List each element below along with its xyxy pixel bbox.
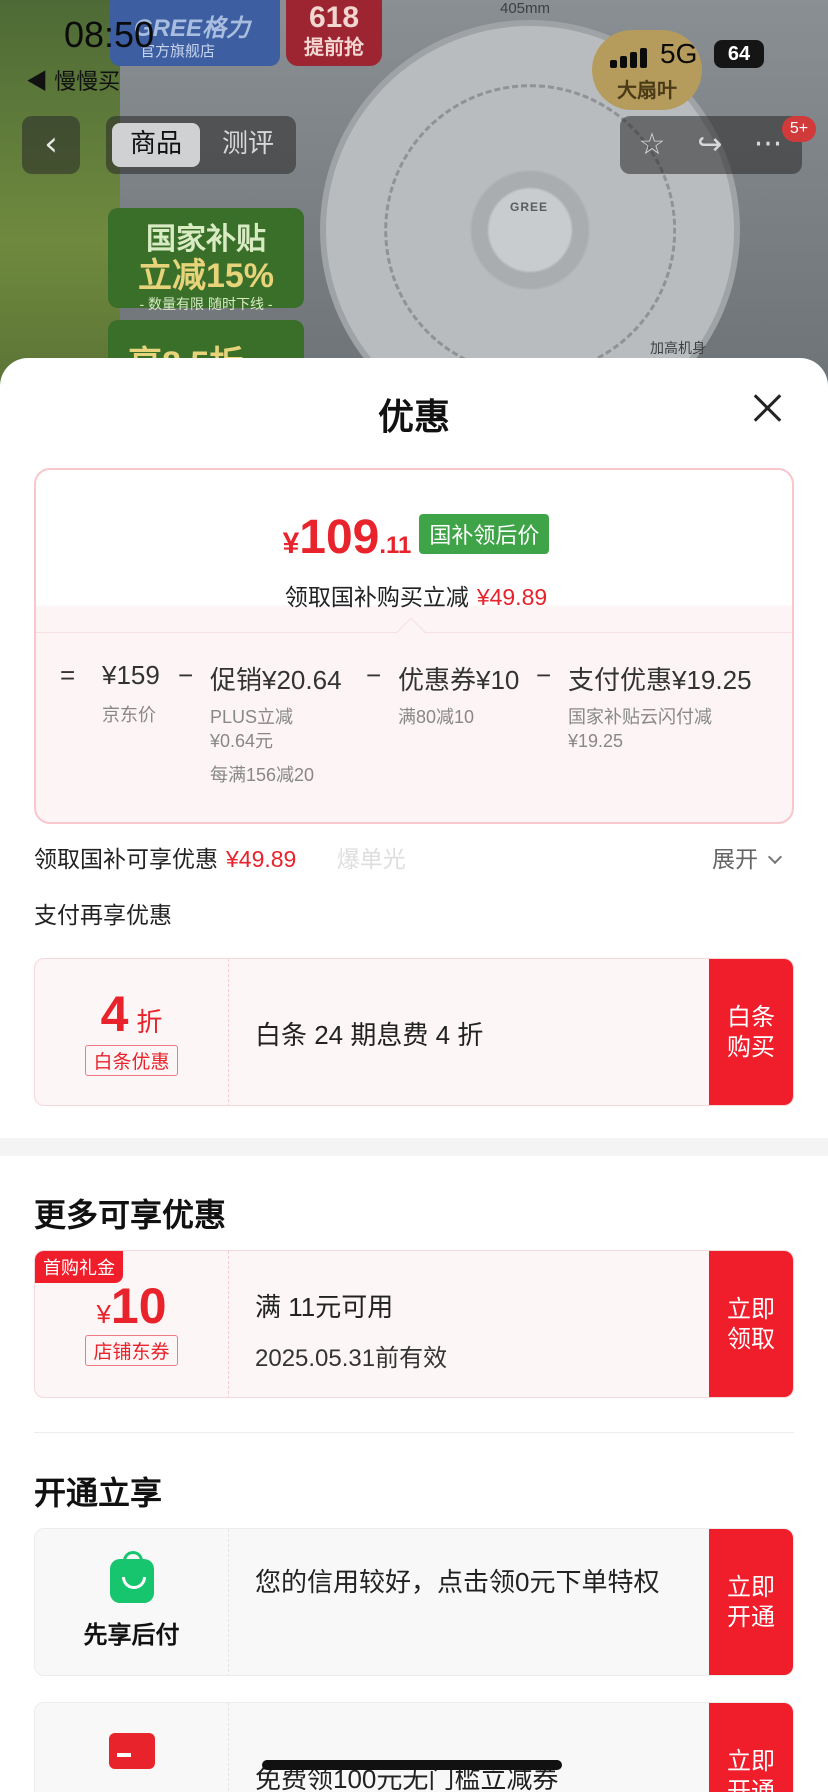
baitiao-buy-button[interactable]: 白条购买 bbox=[709, 959, 793, 1105]
more-offers-title: 更多可享优惠 bbox=[34, 1197, 227, 1233]
minus-sign: − bbox=[178, 660, 194, 690]
promo-618-badge: 618 提前抢 bbox=[286, 0, 382, 66]
expand-toggle[interactable]: 展开 bbox=[712, 840, 783, 874]
jd-price-label: 京东价 bbox=[102, 705, 156, 725]
back-to-app-link[interactable]: ◀ 慢慢买 bbox=[26, 64, 120, 96]
baitiao-discount-unit: 折 bbox=[136, 1007, 163, 1037]
coupon-discount: 优惠券¥10 bbox=[398, 665, 520, 695]
card-open-button[interactable]: 立即开通 bbox=[709, 1703, 793, 1792]
subsidy-offer-amount: ¥49.89 bbox=[226, 846, 297, 872]
pay-section-title: 支付再享优惠 bbox=[34, 902, 172, 928]
section-gap bbox=[0, 1138, 828, 1156]
message-badge: 5+ bbox=[782, 116, 816, 142]
baitiao-offer-card: 4折 白条优惠 白条 24 期息费 4 折 白条购买 bbox=[34, 958, 794, 1106]
open-services-title: 开通立享 bbox=[34, 1475, 163, 1511]
product-page-background: GREE 405mm 加高机身 GREE格力 官方旗舰店 618 提前抢 大扇叶… bbox=[0, 0, 828, 400]
price-currency: ¥ bbox=[282, 527, 300, 560]
signal-icon bbox=[610, 48, 650, 68]
baitiao-desc: 白条 24 期息费 4 折 bbox=[255, 1020, 484, 1050]
battery-icon: 64 bbox=[714, 40, 764, 68]
bnpl-offer-card: 先享后付 您的信用较好，点击领0元下单特权 立即开通 bbox=[34, 1528, 794, 1676]
product-tabs: 商品 测评 bbox=[106, 116, 296, 174]
coupon-currency: ¥ bbox=[96, 1299, 111, 1329]
fan-brand-label: GREE bbox=[510, 200, 549, 214]
subsidy-banner: 国家补贴 立减15% - 数量有限 随时下线 - bbox=[108, 208, 304, 312]
background-foliage bbox=[0, 0, 120, 400]
payment-sub2: ¥19.25 bbox=[568, 731, 624, 751]
card-desc-panel: 免费领100元无门槛立减券 bbox=[255, 1703, 655, 1792]
coupon-offer-card: 首购礼金 ¥10 店铺东券 满 11元可用 2025.05.31前有效 立即领取 bbox=[34, 1250, 794, 1398]
coupon-type-tag: 店铺东券 bbox=[85, 1335, 178, 1366]
promo-text: 提前抢 bbox=[304, 37, 364, 59]
minus-sign: − bbox=[366, 660, 382, 690]
equals-sign: = bbox=[60, 660, 76, 690]
price-integer: 109 bbox=[299, 511, 380, 564]
promo-sub-rule: 每满156减20 bbox=[210, 765, 315, 785]
bnpl-label: 先享后付 bbox=[83, 1622, 180, 1649]
bnpl-icon-panel: 先享后付 bbox=[35, 1529, 229, 1675]
shopping-bag-icon bbox=[109, 1551, 154, 1603]
bnpl-desc-panel: 您的信用较好，点击领0元下单特权 bbox=[255, 1529, 659, 1675]
price-subline-label: 领取国补购买立减 bbox=[284, 584, 469, 610]
baitiao-desc-panel: 白条 24 期息费 4 折 bbox=[255, 959, 655, 1105]
card-offer-card: 免费领100元无门槛立减券 立即开通 bbox=[34, 1702, 794, 1792]
subsidy-banner-line3: - 数量有限 随时下线 - bbox=[139, 296, 273, 312]
offers-sheet: 优惠 ¥109.11 国补领后价 领取国补购买立减 ¥49.89 = ¥159 京东… bbox=[0, 358, 828, 1792]
price-card: ¥109.11 国补领后价 领取国补购买立减 ¥49.89 = ¥159 京东价 −… bbox=[34, 468, 794, 824]
sheet-title: 优惠 bbox=[377, 396, 450, 437]
tab-product[interactable]: 商品 bbox=[112, 123, 200, 167]
nav-actions: ☆ ↪ ··· bbox=[620, 116, 802, 174]
chevron-left-icon: ‹ bbox=[44, 124, 58, 164]
tab-review[interactable]: 测评 bbox=[204, 123, 292, 167]
promo-number: 618 bbox=[308, 1, 360, 34]
coupon-expiry: 2025.05.31前有效 bbox=[255, 1345, 448, 1372]
back-button[interactable]: ‹ bbox=[22, 116, 80, 174]
divider bbox=[34, 1432, 794, 1433]
watermark-text: 爆单光 bbox=[336, 846, 406, 872]
promo-sub-plus: PLUS立减 bbox=[210, 707, 294, 727]
promo-discount: 促销¥20.64 bbox=[210, 665, 342, 695]
status-time: 08:50 bbox=[64, 14, 155, 55]
payment-discount: 支付优惠¥19.25 bbox=[568, 665, 752, 695]
bnpl-desc: 您的信用较好，点击领0元下单特权 bbox=[255, 1567, 660, 1597]
subsidy-price-tag: 国补领后价 bbox=[419, 514, 550, 554]
credit-card-icon bbox=[108, 1733, 155, 1769]
minus-sign: − bbox=[536, 660, 552, 690]
price-decimal: .11 bbox=[379, 532, 412, 559]
claim-coupon-button[interactable]: 立即领取 bbox=[709, 1251, 793, 1397]
share-icon[interactable]: ↪ bbox=[688, 124, 732, 166]
coupon-value: 10 bbox=[110, 1278, 167, 1334]
promo-sub-amount: ¥0.64元 bbox=[210, 731, 274, 751]
baitiao-discount-number: 4 bbox=[100, 986, 129, 1042]
price-subline-amount: ¥49.89 bbox=[476, 584, 548, 610]
price-subline: 领取国补购买立减 ¥49.89 bbox=[36, 578, 796, 612]
subsidy-banner-line2: 立减15% bbox=[137, 257, 275, 295]
coupon-sub: 满80减10 bbox=[398, 707, 475, 727]
pointer-arrow bbox=[395, 617, 427, 649]
star-icon[interactable]: ☆ bbox=[630, 124, 674, 166]
height-label: 加高机身 bbox=[650, 340, 706, 356]
subsidy-banner-line1: 国家补贴 bbox=[146, 223, 266, 256]
jd-price: ¥159 bbox=[102, 660, 160, 690]
baitiao-discount-panel: 4折 白条优惠 bbox=[35, 959, 229, 1105]
subsidy-offer-label: 领取国补可享优惠 bbox=[34, 846, 218, 872]
bnpl-open-button[interactable]: 立即开通 bbox=[709, 1529, 793, 1675]
baitiao-tag: 白条优惠 bbox=[85, 1045, 178, 1076]
subsidy-offer-row: 领取国补可享优惠 ¥49.89 爆单光 bbox=[34, 840, 406, 874]
close-icon[interactable] bbox=[748, 388, 788, 428]
chevron-down-icon bbox=[767, 849, 783, 865]
expand-label: 展开 bbox=[712, 846, 758, 872]
dimension-label: 405mm bbox=[500, 0, 551, 17]
final-price: ¥109.11 国补领后价 bbox=[36, 510, 796, 565]
network-type: 5G bbox=[660, 38, 698, 69]
home-indicator[interactable] bbox=[262, 1760, 562, 1770]
coupon-desc-panel: 满 11元可用 2025.05.31前有效 bbox=[255, 1251, 655, 1397]
card-icon-panel bbox=[35, 1703, 229, 1792]
coupon-threshold: 满 11元可用 bbox=[255, 1292, 394, 1322]
coupon-value-panel: ¥10 店铺东券 bbox=[35, 1251, 229, 1397]
payment-sub1: 国家补贴云闪付减 bbox=[568, 707, 712, 727]
